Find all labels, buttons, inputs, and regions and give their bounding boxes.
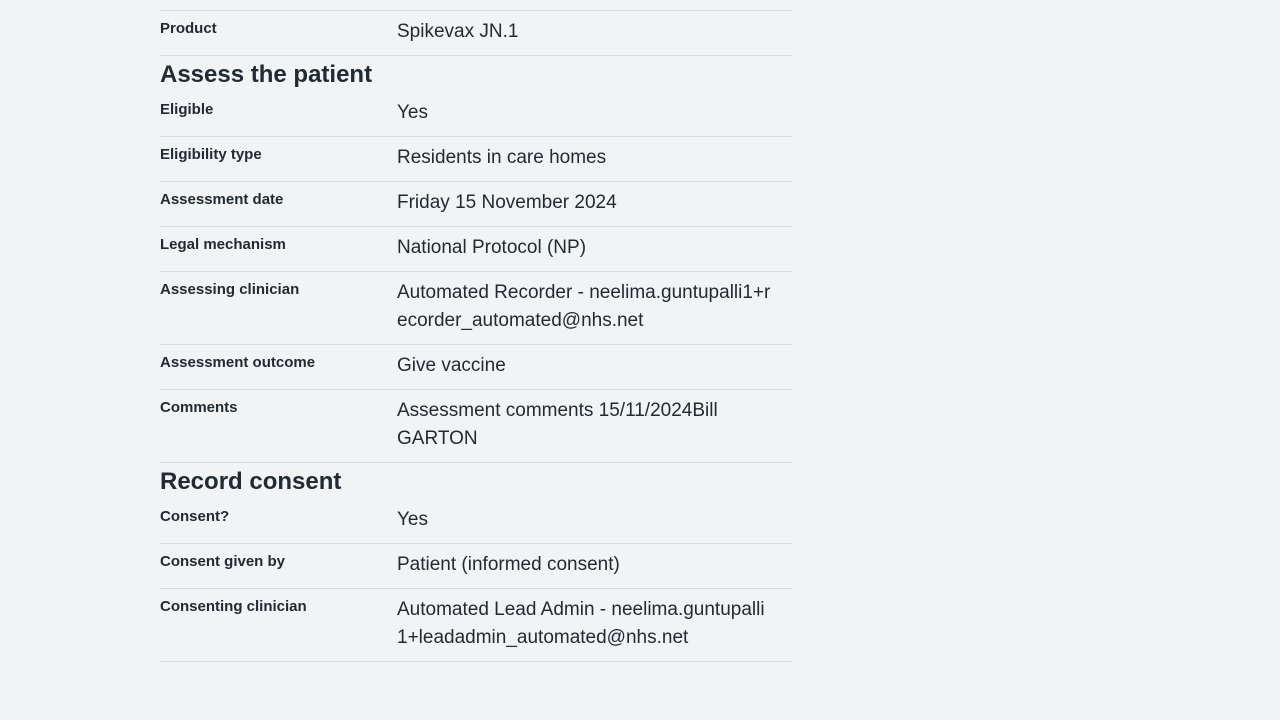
summary-key: Eligibility type: [160, 146, 262, 163]
summary-value: Friday 15 November 2024: [397, 192, 617, 213]
summary-key: Assessing clinician: [160, 281, 300, 298]
summary-value: Spikevax JN.1: [397, 21, 519, 42]
summary-list: Product Spikevax JN.1 Assess the patient…: [160, 10, 792, 662]
summary-key: Product: [160, 20, 217, 37]
summary-value: Give vaccine: [397, 355, 506, 376]
section-heading-assess: Assess the patient: [160, 55, 792, 92]
summary-value: Residents in care homes: [397, 147, 607, 168]
summary-row-eligible: Eligible Yes: [160, 92, 792, 136]
summary-value: Yes: [397, 509, 428, 530]
summary-value: Automated Lead Admin - neelima.guntupall…: [397, 599, 765, 648]
summary-key: Eligible: [160, 101, 214, 118]
summary-value: National Protocol (NP): [397, 237, 587, 258]
summary-row-consenting-clinician: Consenting clinician Automated Lead Admi…: [160, 588, 792, 662]
summary-key: Assessment outcome: [160, 354, 316, 371]
summary-value: Automated Recorder - neelima.guntupalli1…: [397, 282, 771, 331]
summary-key: Comments: [160, 399, 238, 416]
summary-row-comments: Comments Assessment comments 15/11/2024B…: [160, 389, 792, 462]
summary-row-product: Product Spikevax JN.1: [160, 10, 792, 55]
summary-row-consent-given-by: Consent given by Patient (informed conse…: [160, 543, 792, 588]
summary-row-legal-mechanism: Legal mechanism National Protocol (NP): [160, 226, 792, 271]
summary-row-consent: Consent? Yes: [160, 499, 792, 543]
summary-key: Consenting clinician: [160, 598, 307, 615]
summary-key: Consent given by: [160, 553, 286, 570]
summary-row-eligibility-type: Eligibility type Residents in care homes: [160, 136, 792, 181]
summary-key: Assessment date: [160, 191, 284, 208]
summary-row-assessing-clinician: Assessing clinician Automated Recorder -…: [160, 271, 792, 344]
summary-value: Yes: [397, 102, 428, 123]
summary-row-assessment-outcome: Assessment outcome Give vaccine: [160, 344, 792, 389]
section-heading-consent: Record consent: [160, 462, 792, 499]
summary-value: Assessment comments 15/11/2024Bill GARTO…: [397, 400, 718, 449]
summary-row-assessment-date: Assessment date Friday 15 November 2024: [160, 181, 792, 226]
summary-value: Patient (informed consent): [397, 554, 620, 575]
summary-key: Consent?: [160, 508, 230, 525]
summary-key: Legal mechanism: [160, 236, 286, 253]
